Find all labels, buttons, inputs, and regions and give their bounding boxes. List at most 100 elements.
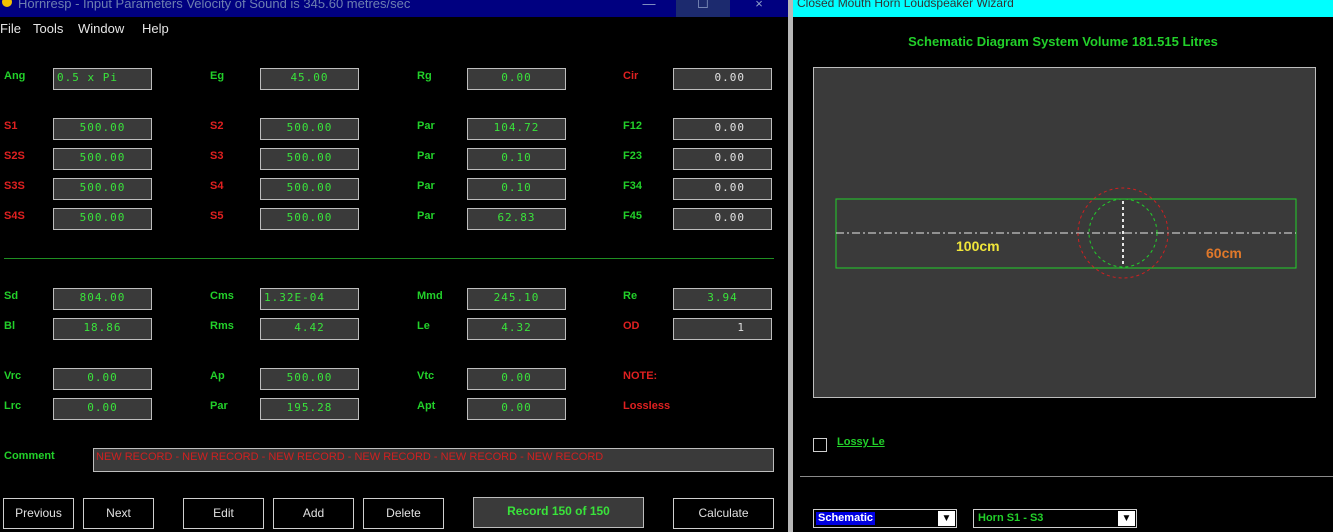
- maximize-button[interactable]: ☐: [676, 0, 730, 17]
- label-f45: F45: [623, 210, 642, 222]
- label-par-1: Par: [417, 120, 435, 132]
- close-button[interactable]: ×: [732, 0, 786, 17]
- field-re[interactable]: 3.94: [673, 288, 772, 310]
- label-s3s: S3S: [4, 180, 25, 192]
- menu-help[interactable]: Help: [142, 21, 169, 36]
- add-button[interactable]: Add: [273, 498, 354, 529]
- horn-select[interactable]: Horn S1 - S3 ▼: [973, 509, 1137, 528]
- label-s4s: S4S: [4, 210, 25, 222]
- chevron-down-icon[interactable]: ▼: [938, 511, 955, 526]
- label-bl: Bl: [4, 320, 15, 332]
- label-s3: S3: [210, 150, 224, 162]
- label-rg: Rg: [417, 70, 432, 82]
- menu-tools[interactable]: Tools: [33, 21, 63, 36]
- app-icon: [2, 0, 12, 7]
- record-counter: Record 150 of 150: [473, 497, 644, 528]
- left-title-bar[interactable]: Hornresp - Input Parameters Velocity of …: [0, 0, 788, 17]
- label-par-5: Par: [210, 400, 228, 412]
- field-od[interactable]: 1: [673, 318, 772, 340]
- field-s4s[interactable]: 500.00: [53, 208, 152, 230]
- right-divider: [800, 476, 1333, 477]
- field-mmd[interactable]: 245.10: [467, 288, 566, 310]
- section-divider: [4, 258, 774, 259]
- label-f34: F34: [623, 180, 642, 192]
- right-title-bar[interactable]: Closed Mouth Horn Loudspeaker Wizard: [793, 0, 1333, 17]
- field-eg[interactable]: 45.00: [260, 68, 359, 90]
- field-sd[interactable]: 804.00: [53, 288, 152, 310]
- field-bl[interactable]: 18.86: [53, 318, 152, 340]
- menu-window[interactable]: Window: [78, 21, 124, 36]
- schematic-diagram: 100cm 60cm: [813, 67, 1316, 398]
- field-apt[interactable]: 0.00: [467, 398, 566, 420]
- field-par-4[interactable]: 62.83: [467, 208, 566, 230]
- label-vtc: Vtc: [417, 370, 435, 382]
- label-rms: Rms: [210, 320, 234, 332]
- edit-button[interactable]: Edit: [183, 498, 264, 529]
- field-ang[interactable]: 0.5 x Pi: [53, 68, 152, 90]
- field-vtc[interactable]: 0.00: [467, 368, 566, 390]
- next-button[interactable]: Next: [83, 498, 154, 529]
- label-od: OD: [623, 320, 640, 332]
- label-f23: F23: [623, 150, 642, 162]
- comment-field[interactable]: NEW RECORD - NEW RECORD - NEW RECORD - N…: [93, 448, 774, 472]
- schematic-title: Schematic Diagram System Volume 181.515 …: [908, 34, 1218, 49]
- field-f34[interactable]: 0.00: [673, 178, 772, 200]
- field-le[interactable]: 4.32: [467, 318, 566, 340]
- label-par-2: Par: [417, 150, 435, 162]
- note-label: NOTE:: [623, 370, 658, 382]
- delete-button[interactable]: Delete: [363, 498, 444, 529]
- field-lrc[interactable]: 0.00: [53, 398, 152, 420]
- minimize-button[interactable]: —: [622, 0, 676, 17]
- field-cms[interactable]: 1.32E-04: [260, 288, 359, 310]
- label-vrc: Vrc: [4, 370, 22, 382]
- lossy-le-label[interactable]: Lossy Le: [837, 436, 885, 448]
- label-par-3: Par: [417, 180, 435, 192]
- field-ap[interactable]: 500.00: [260, 368, 359, 390]
- label-s2: S2: [210, 120, 224, 132]
- label-lrc: Lrc: [4, 400, 22, 412]
- label-ang: Ang: [4, 70, 26, 82]
- left-window-title: Hornresp - Input Parameters Velocity of …: [18, 0, 411, 11]
- field-rms[interactable]: 4.42: [260, 318, 359, 340]
- field-par-5[interactable]: 195.28: [260, 398, 359, 420]
- note-value: Lossless: [623, 400, 671, 412]
- field-s2[interactable]: 500.00: [260, 118, 359, 140]
- label-f12: F12: [623, 120, 642, 132]
- label-eg: Eg: [210, 70, 225, 82]
- field-par-3[interactable]: 0.10: [467, 178, 566, 200]
- label-apt: Apt: [417, 400, 436, 412]
- label-mmd: Mmd: [417, 290, 443, 302]
- label-re: Re: [623, 290, 638, 302]
- field-par-2[interactable]: 0.10: [467, 148, 566, 170]
- label-s5: S5: [210, 210, 224, 222]
- horn-select-value: Horn S1 - S3: [978, 512, 1044, 524]
- field-f12[interactable]: 0.00: [673, 118, 772, 140]
- field-cir[interactable]: 0.00: [673, 68, 772, 90]
- schematic-drawing: [835, 187, 1297, 279]
- field-s3[interactable]: 500.00: [260, 148, 359, 170]
- dimension-left: 100cm: [956, 238, 1000, 254]
- chevron-down-icon[interactable]: ▼: [1118, 511, 1135, 526]
- comment-label: Comment: [4, 450, 55, 462]
- menu-file[interactable]: File: [0, 21, 21, 36]
- field-s1[interactable]: 500.00: [53, 118, 152, 140]
- field-f23[interactable]: 0.00: [673, 148, 772, 170]
- label-s4: S4: [210, 180, 224, 192]
- field-par-1[interactable]: 104.72: [467, 118, 566, 140]
- label-par-4: Par: [417, 210, 435, 222]
- field-s2s[interactable]: 500.00: [53, 148, 152, 170]
- field-s4[interactable]: 500.00: [260, 178, 359, 200]
- field-s5[interactable]: 500.00: [260, 208, 359, 230]
- lossy-le-checkbox[interactable]: [813, 438, 827, 452]
- label-cms: Cms: [210, 290, 234, 302]
- view-select-value: Schematic: [816, 512, 876, 525]
- label-s2s: S2S: [4, 150, 25, 162]
- previous-button[interactable]: Previous: [3, 498, 74, 529]
- view-select[interactable]: Schematic ▼: [813, 509, 957, 528]
- field-vrc[interactable]: 0.00: [53, 368, 152, 390]
- calculate-button[interactable]: Calculate: [673, 498, 774, 529]
- field-s3s[interactable]: 500.00: [53, 178, 152, 200]
- label-s1: S1: [4, 120, 18, 132]
- field-rg[interactable]: 0.00: [467, 68, 566, 90]
- field-f45[interactable]: 0.00: [673, 208, 772, 230]
